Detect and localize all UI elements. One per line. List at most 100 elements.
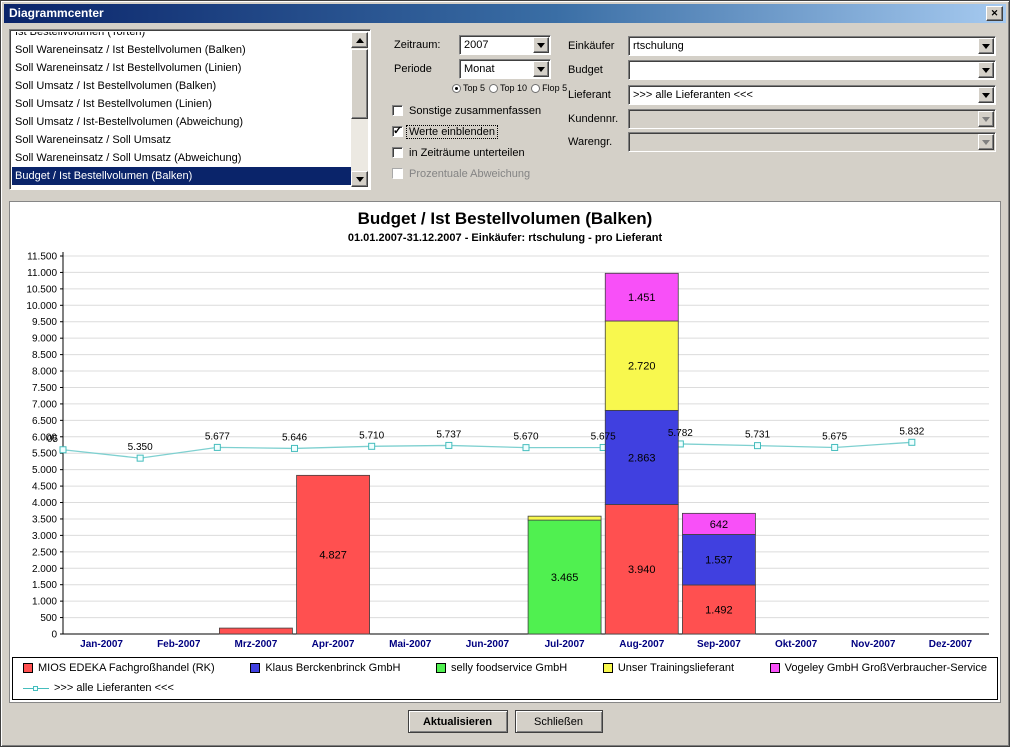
checkbox-label: Werte einblenden [407, 126, 497, 138]
selector-label-3: Kundennr. [568, 109, 618, 129]
radio-top-5[interactable]: Top 5 [452, 83, 485, 93]
chart-subtitle: 01.01.2007-31.12.2007 - Einkäufer: rtsch… [10, 232, 1000, 244]
svg-text:500: 500 [40, 613, 57, 624]
periode-value: Monat [464, 62, 532, 76]
chart-list-item[interactable]: Soll Wareneinsatz / Soll Umsatz (Abweich… [12, 149, 351, 167]
chevron-down-icon[interactable] [533, 61, 549, 77]
checkbox-sonstige-zusammenfassen[interactable]: Sonstige zusammenfassen [392, 100, 558, 121]
chart-list-item[interactable]: Soll Umsatz / Ist Bestellvolumen (Balken… [12, 77, 351, 95]
checkbox-label: Prozentuale Abweichung [407, 168, 532, 180]
periode-combobox[interactable]: Monat [459, 59, 551, 79]
svg-text:1.492: 1.492 [705, 604, 733, 616]
chevron-down-icon [978, 134, 994, 150]
chart-list-item[interactable]: Soll Wareneinsatz / Soll Umsatz [12, 131, 351, 149]
svg-text:Jul-2007: Jul-2007 [545, 639, 585, 650]
radio-label: Top 10 [500, 83, 527, 93]
svg-text:1.500: 1.500 [32, 580, 57, 591]
svg-text:5.677: 5.677 [205, 431, 230, 442]
checkbox-icon: ✓ [392, 126, 403, 137]
chart-list-item[interactable]: Soll Umsatz / Ist Bestellvolumen (Linien… [12, 95, 351, 113]
svg-text:5.731: 5.731 [745, 430, 770, 441]
svg-text:4.827: 4.827 [319, 550, 347, 562]
svg-text:Jun-2007: Jun-2007 [466, 639, 510, 650]
svg-text:Mai-2007: Mai-2007 [389, 639, 432, 650]
warengr-combobox [628, 132, 996, 152]
legend-label: Unser Trainingslieferant [618, 662, 734, 674]
selector-label-2: Lieferant [568, 85, 611, 105]
lieferant-combobox[interactable]: >>> alle Lieferanten <<< [628, 85, 996, 105]
legend-swatch-icon [770, 663, 780, 673]
chart-list-item[interactable]: Soll Wareneinsatz / Ist Bestellvolumen (… [12, 41, 351, 59]
svg-text:5.675: 5.675 [822, 431, 847, 442]
svg-text:8.500: 8.500 [32, 350, 57, 361]
svg-text:3.000: 3.000 [32, 531, 57, 542]
checkbox-label: Sonstige zusammenfassen [407, 105, 543, 117]
chart-legend: MIOS EDEKA Fachgroßhandel (RK) Klaus Berc… [12, 657, 998, 700]
svg-text:2.000: 2.000 [32, 564, 57, 575]
zeitraum-value: 2007 [464, 38, 532, 52]
legend-item: Unser Trainingslieferant [603, 662, 734, 674]
budget-combobox[interactable] [628, 60, 996, 80]
svg-text:Sep-2007: Sep-2007 [697, 639, 741, 650]
chevron-down-icon[interactable] [978, 38, 994, 54]
legend-item-line: >>> alle Lieferanten <<< [23, 682, 174, 694]
selector-panel: EinkäuferrtschulungBudgetLieferant>>> al… [561, 29, 1001, 165]
chart-list-item[interactable]: Soll Umsatz / Ist-Bestellvolumen (Abweic… [12, 113, 351, 131]
title-bar[interactable]: Diagrammcenter ✕ [4, 4, 1006, 23]
legend-item: MIOS EDEKA Fachgroßhandel (RK) [23, 662, 215, 674]
svg-text:2.720: 2.720 [628, 361, 656, 373]
chart-panel: Budget / Ist Bestellvolumen (Balken) 01.… [9, 201, 1001, 703]
svg-text:8.000: 8.000 [32, 367, 57, 378]
checkbox-label: in Zeiträume unterteilen [407, 147, 527, 159]
scrollbar-thumb[interactable] [351, 49, 368, 119]
svg-text:3.465: 3.465 [551, 572, 579, 584]
legend-swatch-icon [436, 663, 446, 673]
legend-item: Klaus Berckenbrinck GmbH [250, 662, 400, 674]
svg-text:Dez-2007: Dez-2007 [929, 639, 973, 650]
svg-text:2.500: 2.500 [32, 547, 57, 558]
aktualisieren-button[interactable]: Aktualisieren [408, 710, 508, 733]
svg-text:5.782: 5.782 [668, 428, 693, 439]
legend-label: Vogeley GmbH GroßVerbraucher-Service [785, 662, 987, 674]
schliessen-button[interactable]: Schließen [515, 710, 603, 733]
svg-text:11.000: 11.000 [27, 268, 57, 279]
close-icon[interactable]: ✕ [986, 6, 1003, 21]
checkbox-in-zeiträume-unterteilen[interactable]: in Zeiträume unterteilen [392, 142, 558, 163]
listbox-scrollbar[interactable] [351, 32, 368, 187]
chevron-down-icon[interactable] [978, 62, 994, 78]
checkbox-prozentuale-abweichung: Prozentuale Abweichung [392, 163, 558, 184]
chart-list-item[interactable]: Soll Wareneinsatz / Ist Bestellvolumen (… [12, 59, 351, 77]
radio-top-10[interactable]: Top 10 [489, 83, 527, 93]
radio-icon [531, 84, 540, 93]
scroll-up-icon[interactable] [351, 32, 368, 48]
chart-list-item[interactable]: Budget / Ist Bestellvolumen (Balken) [12, 167, 351, 185]
top-flop-radio-group: Top 5Top 10Flop 5 [452, 83, 567, 93]
screen: { "window": { "title": "Diagrammcenter",… [0, 0, 1010, 747]
checkbox-werte-einblenden[interactable]: ✓ Werte einblenden [392, 121, 558, 142]
chart-title: Budget / Ist Bestellvolumen (Balken) [10, 209, 1000, 229]
selector-label-4: Warengr. [568, 132, 612, 152]
button-row: Aktualisieren Schließen [1, 710, 1009, 733]
checkbox-icon [392, 147, 403, 158]
legend-item: Vogeley GmbH GroßVerbraucher-Service [770, 662, 987, 674]
svg-text:5.737: 5.737 [436, 429, 461, 440]
svg-text:6.500: 6.500 [32, 416, 57, 427]
chart-type-list-view: Ist Bestellvolumen (Torten)Soll Warenein… [12, 32, 351, 187]
svg-text:5.350: 5.350 [128, 442, 153, 453]
scroll-down-icon[interactable] [351, 171, 368, 187]
svg-text:5.710: 5.710 [359, 430, 384, 441]
legend-label: MIOS EDEKA Fachgroßhandel (RK) [38, 662, 215, 674]
svg-text:9.500: 9.500 [32, 317, 57, 328]
einkäufer-combobox[interactable]: rtschulung [628, 36, 996, 56]
radio-icon [489, 84, 498, 93]
svg-text:5.675: 5.675 [591, 431, 616, 442]
svg-text:5.000: 5.000 [32, 465, 57, 476]
svg-text:3.940: 3.940 [628, 564, 656, 576]
radio-label: Top 5 [463, 83, 485, 93]
chevron-down-icon[interactable] [533, 37, 549, 53]
chevron-down-icon[interactable] [978, 87, 994, 103]
svg-text:4.000: 4.000 [32, 498, 57, 509]
zeitraum-combobox[interactable]: 2007 [459, 35, 551, 55]
chart-list-item[interactable]: Ist Bestellvolumen (Torten) [12, 32, 351, 41]
svg-text:2.863: 2.863 [628, 452, 656, 464]
